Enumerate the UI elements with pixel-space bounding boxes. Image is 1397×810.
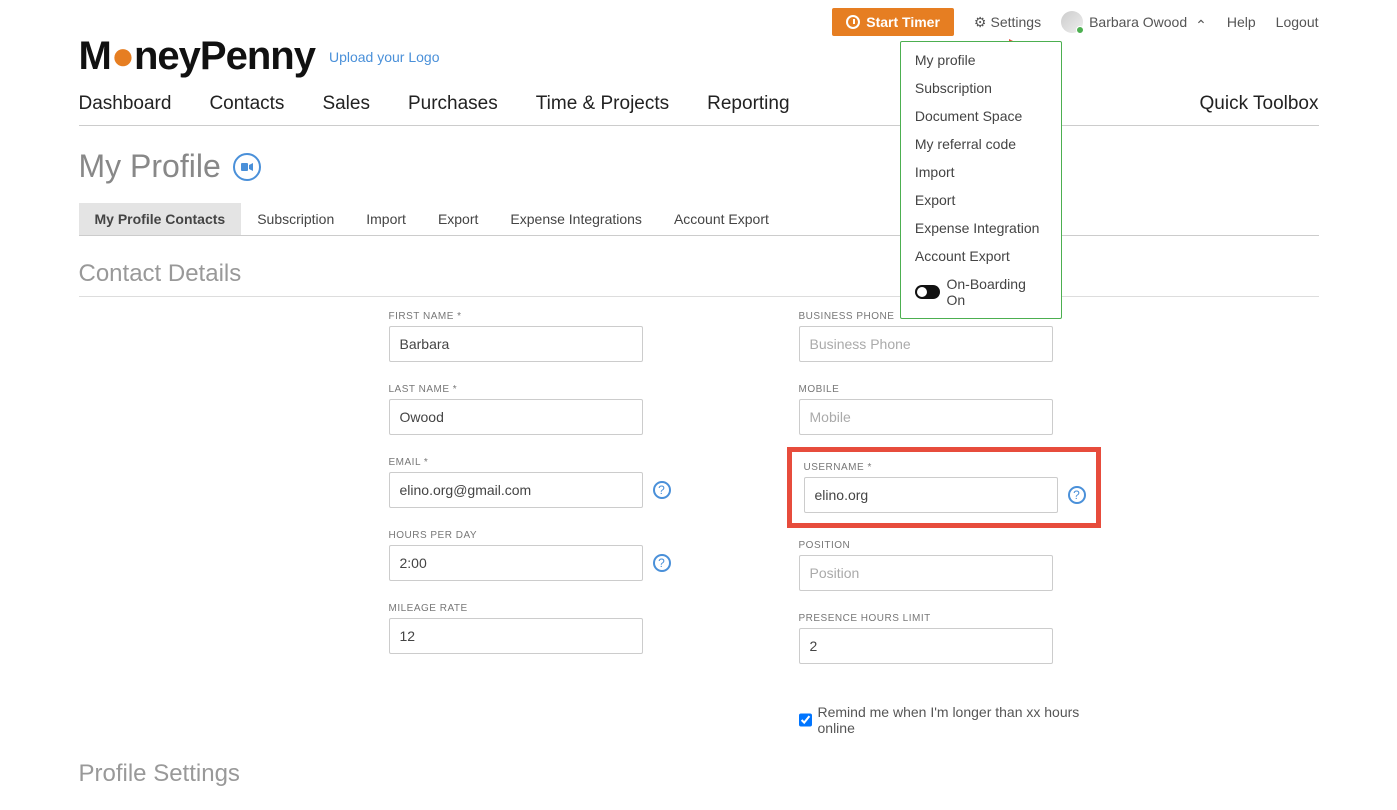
field-first-name: FIRST NAME * [389, 311, 679, 362]
label-mobile: MOBILE [799, 384, 1089, 395]
tab-expense-integrations[interactable]: Expense Integrations [494, 203, 658, 235]
label-first-name: FIRST NAME * [389, 311, 679, 322]
help-icon-email[interactable]: ? [653, 481, 671, 499]
nav-sales[interactable]: Sales [322, 93, 370, 115]
help-icon-hours[interactable]: ? [653, 554, 671, 572]
section-contact-details: Contact Details [79, 260, 1319, 297]
help-icon-username[interactable]: ? [1068, 486, 1086, 504]
menu-onboarding-toggle[interactable]: On-Boarding On [901, 270, 1061, 314]
logo-dot-icon: ● [111, 34, 134, 78]
label-last-name: LAST NAME * [389, 384, 679, 395]
input-last-name[interactable] [389, 399, 643, 435]
page-title: My Profile [79, 148, 221, 185]
field-presence-limit: PRESENCE HOURS LIMIT [799, 613, 1089, 664]
input-position[interactable] [799, 555, 1053, 591]
timer-icon [846, 15, 860, 29]
logout-link[interactable]: Logout [1276, 14, 1319, 30]
field-username: USERNAME * ? [804, 462, 1084, 513]
input-first-name[interactable] [389, 326, 643, 362]
user-dropdown: My profile Subscription Document Space M… [900, 41, 1062, 319]
input-mobile[interactable] [799, 399, 1053, 435]
avatar [1061, 11, 1083, 33]
checkbox-remind-input[interactable] [799, 713, 812, 727]
field-mobile: MOBILE [799, 384, 1089, 435]
menu-document-space[interactable]: Document Space [901, 102, 1061, 130]
field-hours-per-day: HOURS PER DAY ? [389, 530, 679, 581]
label-position: POSITION [799, 540, 1089, 551]
highlight-username: USERNAME * ? [787, 447, 1101, 528]
label-mileage-rate: MILEAGE RATE [389, 603, 679, 614]
start-timer-button[interactable]: Start Timer [832, 8, 954, 36]
upload-logo-link[interactable]: Upload your Logo [329, 49, 440, 65]
page-title-row: My Profile [79, 148, 1319, 185]
input-business-phone[interactable] [799, 326, 1053, 362]
tab-account-export[interactable]: Account Export [658, 203, 785, 235]
nav-reporting[interactable]: Reporting [707, 93, 789, 115]
gear-icon [974, 14, 987, 31]
form-col-left: FIRST NAME * LAST NAME * EMAIL * ? HOURS… [389, 311, 679, 736]
chevron-up-icon [1193, 14, 1207, 31]
label-hours-per-day: HOURS PER DAY [389, 530, 679, 541]
field-mileage-rate: MILEAGE RATE [389, 603, 679, 654]
logo-prefix: M [79, 34, 111, 78]
nav-dashboard[interactable]: Dashboard [79, 93, 172, 115]
tab-export[interactable]: Export [422, 203, 494, 235]
tab-subscription[interactable]: Subscription [241, 203, 350, 235]
label-username: USERNAME * [804, 462, 1084, 473]
menu-subscription[interactable]: Subscription [901, 74, 1061, 102]
label-presence-limit: PRESENCE HOURS LIMIT [799, 613, 1089, 624]
label-email: EMAIL * [389, 457, 679, 468]
menu-referral-code[interactable]: My referral code [901, 130, 1061, 158]
menu-account-export[interactable]: Account Export [901, 242, 1061, 270]
logo-suffix: neyPenny [134, 34, 315, 78]
tab-my-profile-contacts[interactable]: My Profile Contacts [79, 203, 242, 235]
main-nav: Dashboard Contacts Sales Purchases Time … [79, 93, 1319, 126]
settings-label: Settings [990, 14, 1041, 30]
nav-purchases[interactable]: Purchases [408, 93, 498, 115]
input-email[interactable] [389, 472, 643, 508]
field-position: POSITION [799, 540, 1089, 591]
start-timer-label: Start Timer [866, 14, 940, 30]
checkbox-remind-label: Remind me when I'm longer than xx hours … [818, 704, 1089, 736]
menu-my-profile[interactable]: My profile [901, 46, 1061, 74]
form-columns: FIRST NAME * LAST NAME * EMAIL * ? HOURS… [79, 311, 1319, 736]
tabs: My Profile Contacts Subscription Import … [79, 203, 1319, 236]
settings-link[interactable]: Settings [974, 14, 1041, 31]
user-name: Barbara Owood [1089, 14, 1187, 30]
user-menu-trigger[interactable]: Barbara Owood My profile Subscription Do… [1061, 11, 1207, 33]
menu-import[interactable]: Import [901, 158, 1061, 186]
logo: M●neyPenny [79, 34, 315, 79]
form-col-right: BUSINESS PHONE MOBILE USERNAME * ? POSIT… [799, 311, 1089, 736]
logo-row: M●neyPenny Upload your Logo [79, 34, 1319, 79]
field-last-name: LAST NAME * [389, 384, 679, 435]
video-help-icon[interactable] [233, 153, 261, 181]
toggle-icon [915, 285, 941, 299]
menu-export[interactable]: Export [901, 186, 1061, 214]
onboarding-label: On-Boarding On [946, 276, 1046, 308]
nav-contacts[interactable]: Contacts [209, 93, 284, 115]
section-profile-settings: Profile Settings [79, 760, 1319, 796]
field-email: EMAIL * ? [389, 457, 679, 508]
help-link[interactable]: Help [1227, 14, 1256, 30]
menu-expense-integration[interactable]: Expense Integration [901, 214, 1061, 242]
nav-quick-toolbox[interactable]: Quick Toolbox [1200, 93, 1319, 115]
input-mileage-rate[interactable] [389, 618, 643, 654]
input-presence-limit[interactable] [799, 628, 1053, 664]
input-username[interactable] [804, 477, 1058, 513]
checkbox-remind[interactable]: Remind me when I'm longer than xx hours … [799, 704, 1089, 736]
nav-time-projects[interactable]: Time & Projects [536, 93, 669, 115]
tab-import[interactable]: Import [350, 203, 422, 235]
input-hours-per-day[interactable] [389, 545, 643, 581]
